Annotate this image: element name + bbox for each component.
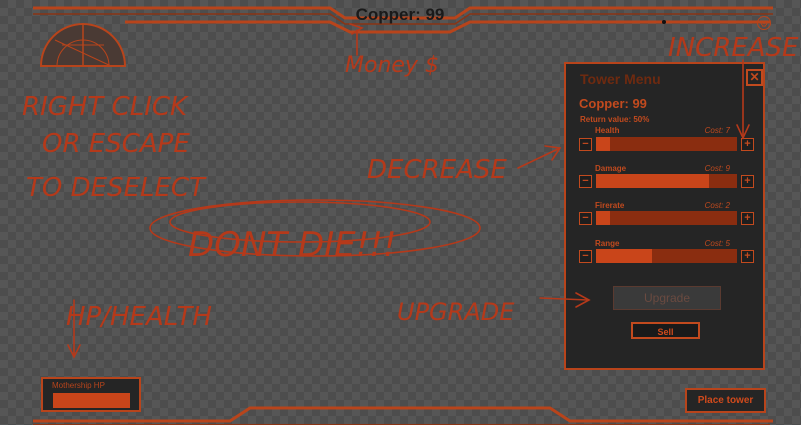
annotation-deselect-2: OR ESCAPE: [42, 129, 190, 159]
annotation-deselect-3: TO DESELECT: [26, 173, 207, 203]
annotation-money: Money $: [345, 53, 439, 78]
annotation-layer: Money $ INCREASE RIGHT CLICK OR ESCAPE T…: [22, 23, 799, 359]
annotation-upgrade: UPGRADE: [397, 298, 515, 326]
upgrade-arrow: [539, 297, 589, 301]
annotation-dont-die: DONT DIE!!!: [188, 225, 397, 265]
annotation-deselect-1: RIGHT CLICK: [22, 92, 189, 122]
annotation-hp-health: HP/HEALTH: [66, 302, 212, 332]
annotation-increase: INCREASE: [668, 33, 799, 63]
annotation-decrease: DECREASE: [367, 155, 507, 185]
